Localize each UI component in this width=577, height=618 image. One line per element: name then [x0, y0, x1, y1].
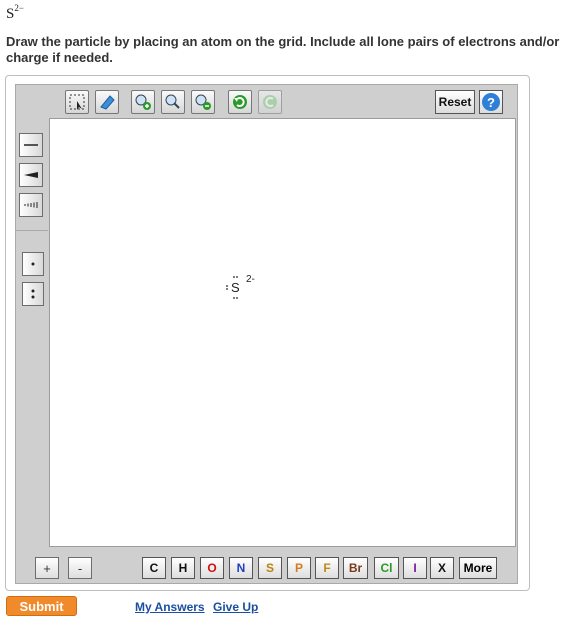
give-up-link[interactable]: Give Up: [213, 600, 258, 614]
submit-button[interactable]: Submit: [6, 596, 77, 616]
eraser-icon[interactable]: [95, 90, 119, 114]
element-button-x[interactable]: X: [430, 557, 454, 579]
element-button-f[interactable]: F: [315, 557, 339, 579]
element-button-o[interactable]: O: [200, 557, 224, 579]
element-button-c[interactable]: C: [142, 557, 166, 579]
element-button-i[interactable]: I: [403, 557, 427, 579]
toolbar-divider: [16, 230, 48, 231]
hash-bond-icon[interactable]: [19, 193, 43, 217]
zoom-out-icon[interactable]: [191, 90, 215, 114]
lone-pair-icon[interactable]: [22, 282, 44, 306]
drawing-canvas[interactable]: [49, 118, 516, 547]
zoom-fit-icon[interactable]: [161, 90, 185, 114]
zoom-in-icon[interactable]: [131, 90, 155, 114]
help-icon: ?: [482, 93, 500, 111]
formula-charge: 2−: [14, 3, 24, 13]
element-button-s[interactable]: S: [258, 557, 282, 579]
element-button-n[interactable]: N: [229, 557, 253, 579]
decrease-charge-button[interactable]: -: [68, 557, 92, 579]
question-formula: S2−: [6, 3, 24, 23]
wedge-bond-icon[interactable]: [19, 163, 43, 187]
element-button-p[interactable]: P: [287, 557, 311, 579]
redo-icon[interactable]: [258, 90, 282, 114]
single-bond-icon[interactable]: [19, 133, 43, 157]
atom-charge: 2-: [246, 274, 255, 285]
more-elements-button[interactable]: More: [459, 557, 497, 579]
element-button-h[interactable]: H: [171, 557, 195, 579]
select-tool-icon[interactable]: [65, 90, 89, 114]
my-answers-link[interactable]: My Answers: [135, 600, 205, 614]
single-electron-icon[interactable]: [22, 252, 44, 276]
reset-button[interactable]: Reset: [435, 90, 475, 114]
element-button-br[interactable]: Br: [343, 557, 368, 579]
help-button[interactable]: ?: [479, 90, 503, 114]
undo-icon[interactable]: [228, 90, 252, 114]
element-button-cl[interactable]: Cl: [374, 557, 399, 579]
sulfide-atom[interactable]: S 2-: [226, 274, 255, 299]
increase-charge-button[interactable]: +: [35, 557, 59, 579]
instruction-text: Draw the particle by placing an atom on …: [6, 34, 560, 65]
